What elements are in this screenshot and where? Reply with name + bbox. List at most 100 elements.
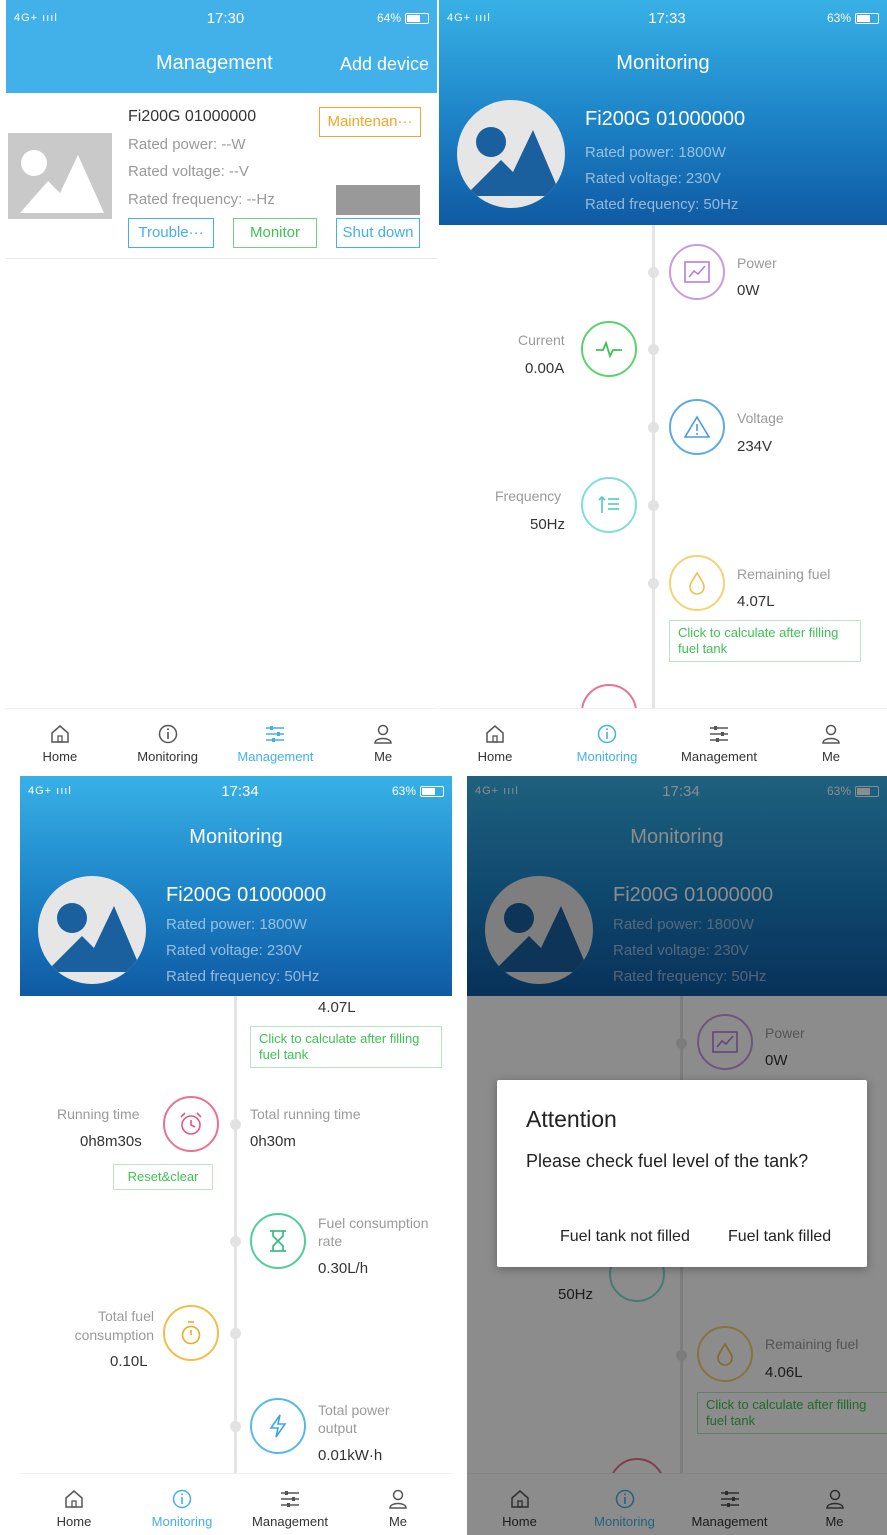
- stopwatch-icon: [163, 1305, 219, 1361]
- total-power-value: 0.01kW·h: [318, 1447, 383, 1464]
- frequency-icon: [581, 477, 637, 533]
- tab-bar: Home Monitoring Management Me: [20, 1473, 452, 1535]
- status-time: 17:34: [221, 782, 259, 800]
- page-title: Management: [156, 52, 273, 74]
- info-icon: [172, 1489, 192, 1509]
- tab-management[interactable]: Management: [663, 709, 775, 770]
- timeline: [652, 225, 655, 708]
- voltage-label: Voltage: [737, 410, 784, 426]
- fuel-drop-icon: [669, 555, 725, 611]
- timeline-node: [230, 1328, 241, 1339]
- add-device-button[interactable]: Add device: [340, 54, 429, 75]
- warning-icon: [669, 399, 725, 455]
- power-icon: [669, 244, 725, 300]
- info-icon: [597, 724, 617, 744]
- fuel-label: Remaining fuel: [737, 566, 831, 582]
- shutdown-button[interactable]: Shut down: [336, 218, 420, 248]
- rated-power: Rated power: --W: [128, 136, 246, 153]
- attention-dialog: Attention Please check fuel level of the…: [497, 1080, 867, 1267]
- timeline: [234, 976, 237, 1473]
- total-fuel-value: 0.10L: [110, 1353, 148, 1370]
- timeline-node: [648, 344, 659, 355]
- user-icon: [822, 724, 840, 744]
- tab-management[interactable]: Management: [236, 1474, 344, 1535]
- rated-voltage: Rated voltage: --V: [128, 163, 249, 180]
- tab-label: Management: [237, 749, 314, 764]
- timeline-node: [648, 500, 659, 511]
- running-time-label: Running time: [57, 1106, 140, 1122]
- device-avatar: [38, 876, 146, 984]
- fuel-value: 4.07L: [318, 999, 356, 1016]
- timeline-node: [230, 1236, 241, 1247]
- rated-voltage: Rated voltage: 230V: [166, 942, 302, 959]
- dialog-message: Please check fuel level of the tank?: [526, 1151, 809, 1171]
- tab-home[interactable]: Home: [6, 709, 114, 770]
- fuel-value: 4.07L: [737, 593, 775, 610]
- running-time-value: 0h8m30s: [80, 1133, 142, 1150]
- tab-me[interactable]: Me: [344, 1474, 452, 1535]
- tab-management[interactable]: Management: [222, 709, 330, 770]
- battery-percent: 63%: [391, 784, 416, 798]
- timeline-node: [648, 267, 659, 278]
- rated-voltage: Rated voltage: 230V: [585, 170, 721, 187]
- total-running-label: Total running time: [250, 1106, 361, 1122]
- fuel-rate-label: Fuel consumption rate: [318, 1215, 429, 1249]
- tab-label: Monitoring: [576, 749, 638, 764]
- device-avatar: [457, 100, 565, 208]
- rated-power: Rated power: 1800W: [585, 144, 726, 161]
- frequency-value: 50Hz: [530, 516, 566, 533]
- rated-power: Rated power: 1800W: [166, 916, 307, 933]
- tab-home[interactable]: Home: [20, 1474, 128, 1535]
- rated-frequency: Rated frequency: 50Hz: [585, 196, 739, 213]
- battery-icon: [855, 12, 879, 24]
- status-bar: 4G+ ıııl 17:33 63%: [439, 0, 887, 36]
- monitoring-screen-dialog: Fi200G 01000000 Rated power: 1800W Rated…: [467, 776, 887, 1535]
- status-bar: 4G+ ıııl 17:34 63%: [20, 776, 452, 806]
- total-fuel-label: Total fuel consumption: [74, 1308, 154, 1343]
- monitoring-header: Fi200G 01000000 Rated power: 1800W Rated…: [20, 776, 452, 996]
- tab-label: Me: [374, 749, 393, 764]
- management-screen: 4G+ ıııl 17:30 64% Management Add device…: [6, 0, 437, 770]
- dialog-title: Attention: [526, 1106, 617, 1132]
- current-value: 0.00A: [525, 360, 565, 377]
- tab-me[interactable]: Me: [775, 709, 887, 770]
- device-name: Fi200G 01000000: [128, 108, 257, 125]
- fuel-rate-value: 0.30L/h: [318, 1260, 369, 1277]
- power-label: Power: [737, 255, 777, 271]
- fuel-not-filled-button[interactable]: Fuel tank not filled: [560, 1228, 690, 1246]
- device-name: Fi200G 01000000: [585, 108, 746, 130]
- battery-percent: 63%: [826, 11, 851, 25]
- calculate-fuel-button[interactable]: Click to calculate after filling fuel ta…: [250, 1026, 442, 1068]
- timeline-node: [230, 1421, 241, 1432]
- tab-monitoring[interactable]: Monitoring: [128, 1474, 236, 1535]
- status-time: 17:33: [648, 9, 686, 27]
- sliders-icon: [281, 1491, 299, 1507]
- battery-icon: [420, 785, 444, 797]
- fuel-filled-button[interactable]: Fuel tank filled: [728, 1228, 831, 1246]
- calculate-fuel-button[interactable]: Click to calculate after filling fuel ta…: [669, 620, 861, 662]
- home-icon: [65, 1490, 83, 1508]
- reset-clear-button[interactable]: Reset&clear: [113, 1164, 213, 1190]
- user-icon: [389, 1489, 407, 1509]
- hourglass-icon: [250, 1213, 306, 1269]
- tab-home[interactable]: Home: [439, 709, 551, 770]
- tab-label: Monitoring: [137, 749, 198, 764]
- signal-indicator: 4G+ ıııl: [14, 12, 58, 24]
- tab-me[interactable]: Me: [329, 709, 437, 770]
- tab-monitoring[interactable]: Monitoring: [114, 709, 222, 770]
- trouble-button[interactable]: Trouble···: [128, 218, 214, 248]
- total-power-label: Total power output: [318, 1402, 390, 1436]
- tab-label: Management: [681, 749, 757, 764]
- info-icon: [158, 724, 177, 744]
- tab-label: Home: [42, 749, 78, 764]
- battery-icon: [405, 12, 429, 24]
- frequency-label: Frequency: [495, 488, 562, 504]
- tab-label: Monitoring: [151, 1514, 213, 1529]
- total-running-value: 0h30m: [250, 1133, 296, 1150]
- status-time: 17:30: [206, 9, 245, 27]
- monitor-button[interactable]: Monitor: [233, 218, 317, 248]
- device-image-placeholder: [8, 133, 112, 219]
- tab-monitoring[interactable]: Monitoring: [551, 709, 663, 770]
- page-title: Monitoring: [189, 826, 283, 848]
- maintenance-button[interactable]: Maintenan···: [319, 107, 421, 137]
